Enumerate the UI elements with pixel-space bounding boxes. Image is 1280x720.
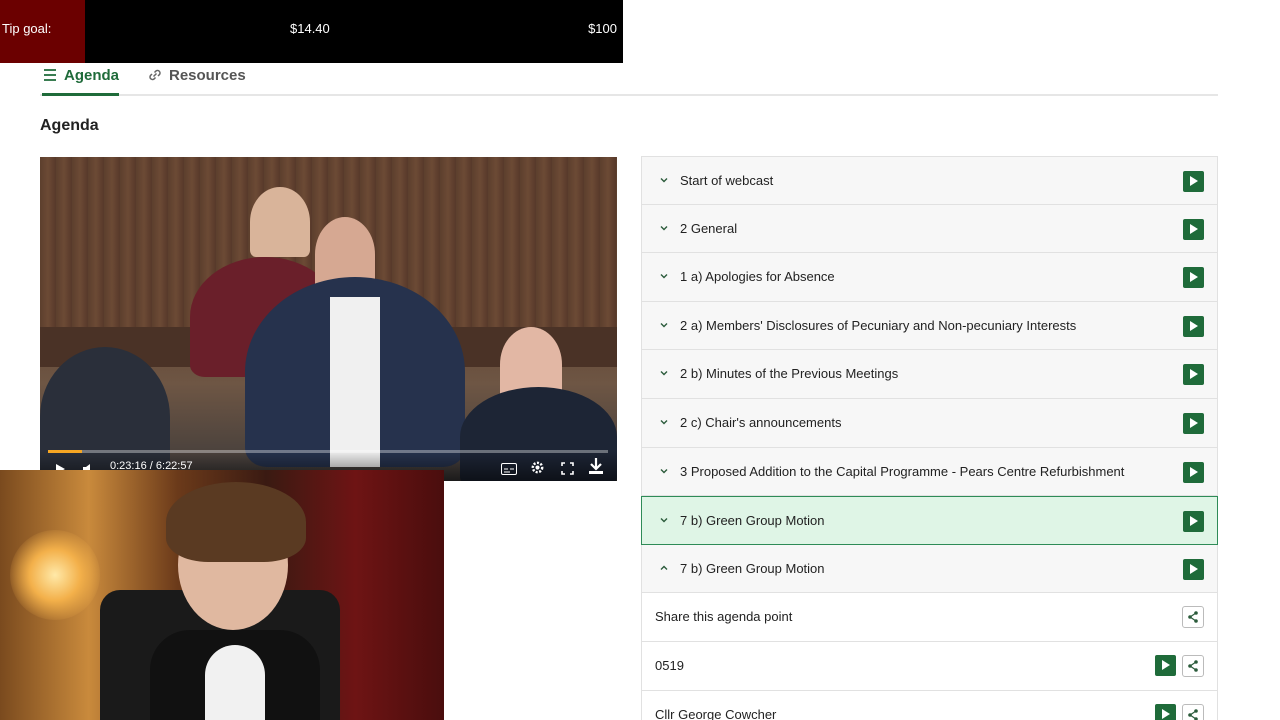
link-icon bbox=[147, 67, 163, 83]
agenda-item-label: 2 a) Members' Disclosures of Pecuniary a… bbox=[680, 317, 1077, 333]
fullscreen-icon[interactable] bbox=[561, 462, 574, 475]
chevron-down-icon bbox=[659, 223, 669, 233]
tab-agenda[interactable]: Agenda bbox=[42, 67, 120, 96]
play-icon[interactable] bbox=[1155, 654, 1176, 676]
tip-goal-label: Tip goal: bbox=[2, 21, 52, 36]
play-icon[interactable] bbox=[1183, 364, 1204, 386]
agenda-item[interactable]: 2 General bbox=[641, 204, 1218, 254]
share-icon[interactable] bbox=[1182, 703, 1204, 720]
share-agenda-point-label: Share this agenda point bbox=[655, 609, 793, 625]
share-agenda-point-row: Share this agenda point bbox=[641, 593, 1218, 642]
play-icon[interactable] bbox=[1155, 703, 1176, 720]
agenda-item[interactable]: 2 c) Chair's announcements bbox=[641, 398, 1218, 448]
chevron-down-icon bbox=[659, 515, 669, 525]
tab-resources[interactable]: Resources bbox=[147, 67, 246, 96]
play-icon[interactable] bbox=[1183, 218, 1204, 240]
play-icon[interactable] bbox=[1183, 315, 1204, 337]
chevron-down-icon bbox=[659, 175, 669, 185]
play-icon[interactable] bbox=[1183, 461, 1204, 483]
play-icon[interactable] bbox=[1183, 171, 1204, 192]
chevron-down-icon bbox=[659, 271, 669, 281]
agenda-item[interactable]: 2 b) Minutes of the Previous Meetings bbox=[641, 350, 1218, 399]
video-progress-bar[interactable] bbox=[48, 450, 608, 453]
sub-agenda-item-label: Cllr George Cowcher bbox=[655, 706, 777, 720]
webcam-lamp-glow bbox=[10, 530, 100, 620]
chevron-down-icon bbox=[659, 320, 669, 330]
page-title: Agenda bbox=[40, 117, 99, 134]
play-icon[interactable] bbox=[1183, 267, 1204, 289]
tab-agenda-label: Agenda bbox=[64, 67, 120, 84]
streamer-webcam-overlay bbox=[0, 470, 444, 720]
video-person-standing-shirt bbox=[330, 297, 380, 467]
agenda-item-expanded[interactable]: 7 b) Green Group Motion bbox=[641, 544, 1218, 594]
list-icon bbox=[42, 67, 58, 83]
share-icon[interactable] bbox=[1182, 654, 1204, 677]
agenda-item[interactable]: 1 a) Apologies for Absence bbox=[641, 253, 1218, 302]
chevron-down-icon bbox=[659, 417, 669, 427]
webcam-person-tshirt bbox=[205, 645, 265, 720]
agenda-item-current[interactable]: 7 b) Green Group Motion bbox=[641, 496, 1218, 545]
play-icon[interactable] bbox=[1183, 412, 1204, 434]
webcam-person-hair bbox=[166, 482, 306, 562]
agenda-item-label: 1 a) Apologies for Absence bbox=[680, 269, 835, 285]
tip-goal-current: $14.40 bbox=[290, 21, 330, 36]
share-icon[interactable] bbox=[1182, 606, 1204, 629]
chevron-up-icon bbox=[659, 563, 669, 573]
agenda-item-label: 7 b) Green Group Motion bbox=[680, 513, 825, 529]
play-icon[interactable] bbox=[1183, 558, 1204, 580]
subtitles-icon[interactable] bbox=[501, 463, 517, 475]
chevron-down-icon bbox=[659, 466, 669, 476]
video-person-left-woman bbox=[250, 187, 310, 257]
sub-agenda-item: 0519 bbox=[641, 641, 1218, 691]
play-icon[interactable] bbox=[1183, 511, 1204, 533]
video-progress-fill bbox=[48, 450, 82, 453]
agenda-item-label: 2 b) Minutes of the Previous Meetings bbox=[680, 366, 899, 382]
tip-goal-bar: Tip goal: $14.40 $100 bbox=[0, 0, 623, 63]
agenda-item-label: 7 b) Green Group Motion bbox=[680, 560, 825, 576]
agenda-item-label: Start of webcast bbox=[680, 173, 774, 188]
agenda-item-label: 3 Proposed Addition to the Capital Progr… bbox=[680, 463, 1125, 479]
agenda-item[interactable]: Start of webcast bbox=[641, 156, 1218, 205]
tab-resources-label: Resources bbox=[169, 67, 246, 84]
tab-bar: Agenda Resources bbox=[40, 63, 1218, 96]
agenda-item-label: 2 c) Chair's announcements bbox=[680, 414, 842, 430]
video-player[interactable]: 0:23:16 / 6:22:57 bbox=[40, 157, 617, 481]
agenda-item-label: 2 General bbox=[680, 220, 738, 236]
agenda-item[interactable]: 3 Proposed Addition to the Capital Progr… bbox=[641, 447, 1218, 497]
settings-gear-icon[interactable] bbox=[530, 460, 545, 475]
agenda-list: Start of webcast 2 General 1 a) Apologie… bbox=[641, 156, 1218, 720]
download-icon[interactable] bbox=[587, 457, 605, 475]
sub-agenda-item: Cllr George Cowcher bbox=[641, 690, 1218, 720]
tip-goal-target: $100 bbox=[588, 21, 617, 36]
chevron-down-icon bbox=[659, 368, 669, 378]
agenda-item[interactable]: 2 a) Members' Disclosures of Pecuniary a… bbox=[641, 301, 1218, 351]
sub-agenda-item-label: 0519 bbox=[655, 657, 684, 673]
